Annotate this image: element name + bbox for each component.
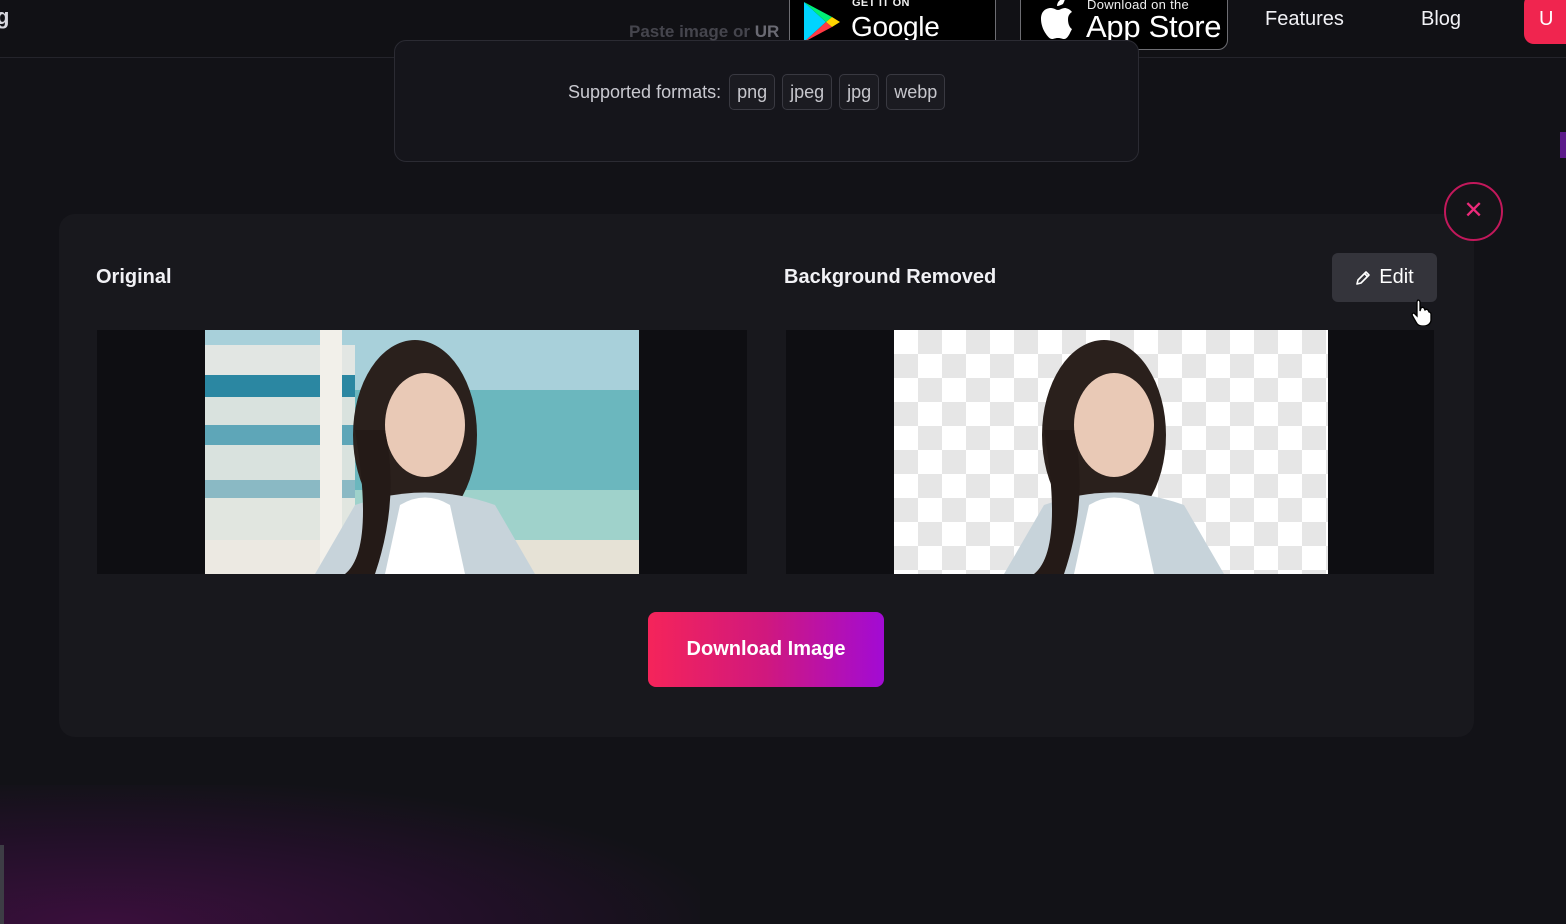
paste-hint-text: Paste image or bbox=[629, 22, 750, 41]
format-chip-webp: webp bbox=[886, 74, 946, 110]
removed-photo-art bbox=[1004, 340, 1224, 574]
apple-icon bbox=[1041, 0, 1072, 39]
background-glow bbox=[0, 785, 700, 924]
format-chip-jpg: jpg bbox=[839, 74, 880, 110]
original-photo-art bbox=[205, 330, 639, 574]
edit-label: Edit bbox=[1379, 266, 1414, 288]
paste-hint: Paste image or UR bbox=[629, 22, 779, 42]
background-removed-label: Background Removed bbox=[784, 266, 997, 288]
download-image-button[interactable]: Download Image bbox=[648, 612, 884, 687]
google-play-icon bbox=[804, 2, 840, 42]
format-chip-jpeg: jpeg bbox=[782, 74, 833, 110]
original-image-frame bbox=[97, 330, 747, 574]
original-label: Original bbox=[96, 266, 172, 288]
close-icon: ✕ bbox=[1463, 197, 1484, 224]
format-chip-png: png bbox=[729, 74, 776, 110]
hand-cursor-icon bbox=[1411, 299, 1432, 326]
nav-cta-button[interactable]: U bbox=[1524, 0, 1566, 44]
formats-label: Supported formats: bbox=[568, 81, 722, 102]
edge-mark bbox=[0, 845, 4, 924]
removed-photo bbox=[894, 330, 1328, 574]
nav-link-features[interactable]: Features bbox=[1265, 8, 1344, 31]
edit-button[interactable]: Edit bbox=[1332, 253, 1437, 302]
close-button[interactable]: ✕ bbox=[1444, 182, 1503, 241]
logo-fragment[interactable]: g bbox=[0, 4, 9, 30]
original-photo bbox=[205, 330, 639, 574]
edge-mark bbox=[1560, 132, 1566, 158]
google-play-small-text: GET IT ON bbox=[852, 0, 910, 9]
supported-formats: Supported formats: png jpeg jpg webp bbox=[568, 74, 946, 110]
removed-image-frame bbox=[786, 330, 1434, 574]
paste-url-link[interactable]: UR bbox=[755, 22, 780, 41]
pencil-icon bbox=[1356, 270, 1371, 285]
nav-link-blog[interactable]: Blog bbox=[1421, 8, 1461, 31]
